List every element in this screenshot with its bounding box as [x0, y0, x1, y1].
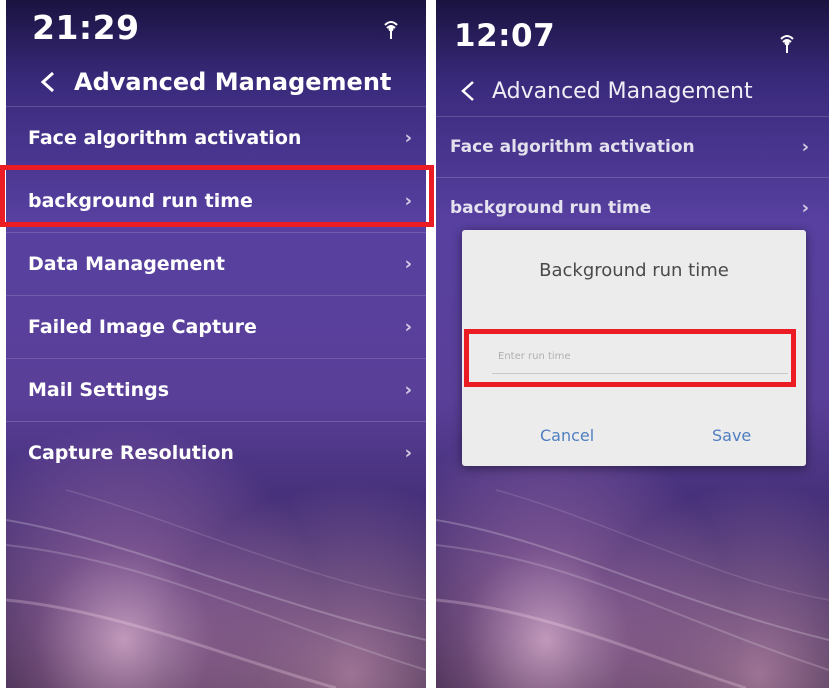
back-chevron-icon[interactable] — [36, 70, 60, 94]
menu-item-label: background run time — [450, 198, 652, 218]
wifi-icon — [384, 21, 398, 39]
wifi-icon — [780, 35, 794, 53]
menu-item-mail-settings[interactable]: Mail Settings › — [6, 358, 426, 421]
screen-divider — [426, 0, 436, 688]
menu-item-background-run-time[interactable]: background run time › — [436, 177, 829, 238]
chevron-right-icon: › — [404, 127, 412, 149]
menu-item-data-management[interactable]: Data Management › — [6, 232, 426, 295]
back-chevron-icon[interactable] — [456, 79, 480, 103]
menu-item-failed-image-capture[interactable]: Failed Image Capture › — [6, 295, 426, 358]
cancel-button[interactable]: Cancel — [540, 426, 594, 445]
menu-item-label: Data Management — [28, 253, 225, 275]
chevron-right-icon: › — [404, 253, 412, 275]
menu-item-background-run-time[interactable]: background run time › — [6, 169, 426, 232]
run-time-input[interactable] — [492, 340, 788, 374]
menu-item-label: Face algorithm activation — [450, 137, 695, 157]
save-button[interactable]: Save — [712, 426, 751, 445]
menu-item-label: Capture Resolution — [28, 442, 234, 464]
chevron-right-icon: › — [404, 316, 412, 338]
menu-item-label: Mail Settings — [28, 379, 170, 401]
background-run-time-dialog: Background run time Cancel Save — [462, 230, 806, 466]
screenshot-comparison: 21:29 Advanced Management Face algorithm… — [0, 0, 834, 688]
menu-item-face-algorithm-activation[interactable]: Face algorithm activation › — [436, 116, 829, 177]
status-time: 12:07 — [454, 18, 556, 54]
page-title: Advanced Management — [74, 68, 392, 96]
dialog-title: Background run time — [539, 260, 729, 281]
chevron-right-icon: › — [404, 442, 412, 464]
chevron-right-icon: › — [801, 136, 809, 158]
settings-menu: Face algorithm activation › background r… — [6, 106, 426, 484]
menu-item-label: Face algorithm activation — [28, 127, 302, 149]
menu-item-capture-resolution[interactable]: Capture Resolution › — [6, 421, 426, 484]
menu-item-face-algorithm-activation[interactable]: Face algorithm activation › — [6, 106, 426, 169]
right-device-screen: 12:07 Advanced Management Face algorithm… — [436, 0, 829, 688]
chevron-right-icon: › — [404, 190, 412, 212]
chevron-right-icon: › — [404, 379, 412, 401]
chevron-right-icon: › — [801, 197, 809, 219]
left-device-screen: 21:29 Advanced Management Face algorithm… — [6, 0, 426, 688]
menu-item-label: Failed Image Capture — [28, 316, 257, 338]
page-header: Advanced Management — [6, 62, 426, 102]
status-time: 21:29 — [32, 8, 140, 47]
page-header: Advanced Management — [436, 72, 829, 110]
menu-item-label: background run time — [28, 190, 253, 212]
settings-menu: Face algorithm activation › background r… — [436, 116, 829, 238]
page-title: Advanced Management — [492, 78, 753, 104]
